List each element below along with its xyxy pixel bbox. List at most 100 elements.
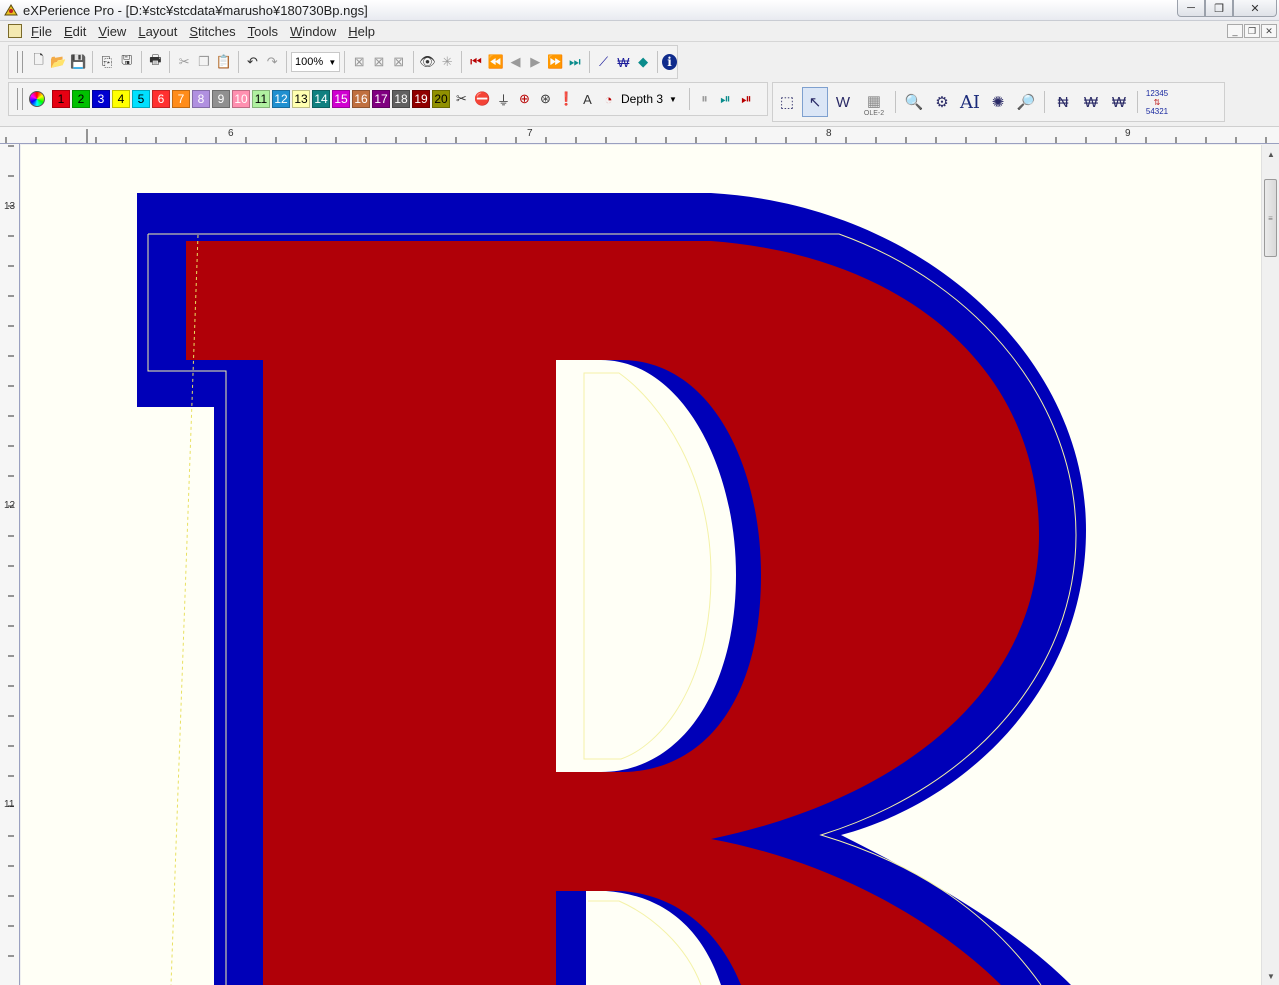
color-swatch-6[interactable]: 6 — [152, 90, 170, 108]
color-swatch-19[interactable]: 19 — [412, 90, 430, 108]
stitch-type-3-icon[interactable]: ₩ — [1106, 87, 1132, 117]
sequin-icon[interactable]: ⊛ — [536, 89, 556, 109]
color-swatch-13[interactable]: 13 — [292, 90, 310, 108]
toolbar-grip[interactable] — [17, 51, 23, 73]
last-stitch-icon[interactable]: ⏭ — [565, 52, 584, 72]
color-swatch-20[interactable]: 20 — [432, 90, 450, 108]
menu-tools[interactable]: Tools — [243, 24, 285, 39]
color-swatch-15[interactable]: 15 — [332, 90, 350, 108]
ai-button[interactable]: AI — [957, 87, 983, 117]
color-wheel-icon[interactable] — [29, 91, 45, 107]
menu-file[interactable]: File — [26, 24, 59, 39]
cut-icon[interactable]: ✂ — [175, 52, 194, 72]
magnify-icon[interactable]: 🔎 — [1013, 87, 1039, 117]
restore-button[interactable]: ❐ — [1205, 0, 1233, 17]
menu-bar: File Edit View Layout Stitches Tools Win… — [0, 21, 1279, 42]
redo-icon[interactable]: ↷ — [263, 52, 282, 72]
stitch-type-2-icon[interactable]: ₩ — [1078, 87, 1104, 117]
menu-help[interactable]: Help — [343, 24, 382, 39]
color-swatch-9[interactable]: 9 — [212, 90, 230, 108]
color-swatch-3[interactable]: 3 — [92, 90, 110, 108]
ole-button[interactable]: ▦ OLE-2 — [857, 87, 891, 117]
close-button[interactable]: ✕ — [1233, 0, 1277, 17]
save-icon[interactable]: 🖫 — [117, 52, 136, 72]
color-swatch-14[interactable]: 14 — [312, 90, 330, 108]
gear-icon[interactable]: ⚙ — [929, 87, 955, 117]
color-swatch-16[interactable]: 16 — [352, 90, 370, 108]
ruler-label-13: 13 — [4, 201, 16, 212]
run-green-icon[interactable]: ⏯ — [715, 89, 735, 109]
stitch-view-icon[interactable]: ✳ — [438, 52, 457, 72]
copy-icon[interactable]: ❐ — [195, 52, 214, 72]
scroll-up-button[interactable]: ▲ — [1262, 145, 1279, 163]
doc-minimize-button[interactable]: _ — [1227, 24, 1243, 38]
draw-line-icon[interactable]: ⟋ — [594, 52, 613, 72]
needle-icon[interactable]: ⏚ — [494, 89, 514, 109]
new-file-icon[interactable]: 🗋 — [29, 52, 48, 72]
zoom-box-icon[interactable]: ⊠ — [370, 52, 389, 72]
first-stitch-icon[interactable]: ⏮ — [467, 52, 486, 72]
color-swatch-18[interactable]: 18 — [392, 90, 410, 108]
zoom-select[interactable]: 100% ▼ — [291, 52, 341, 72]
color-swatch-1[interactable]: 1 — [52, 90, 70, 108]
depth-select[interactable]: Depth 3 — [621, 92, 663, 106]
paste-icon[interactable]: 📋 — [214, 52, 233, 72]
ruler-label-12: 12 — [4, 500, 16, 511]
color-swatch-2[interactable]: 2 — [72, 90, 90, 108]
satin-icon[interactable]: ₩ — [614, 52, 633, 72]
fill-icon[interactable]: ◆ — [634, 52, 653, 72]
zoom-fit-icon[interactable]: ⊠ — [350, 52, 369, 72]
info-icon[interactable]: i — [661, 54, 677, 70]
vertical-scrollbar[interactable]: ▲ ≡ ▼ — [1261, 145, 1279, 985]
menu-view[interactable]: View — [93, 24, 133, 39]
stitch-edit-icon[interactable]: W — [830, 87, 856, 117]
prev-stitch-icon[interactable]: ◀ — [506, 52, 525, 72]
menu-stitches[interactable]: Stitches — [184, 24, 242, 39]
sequence-button[interactable]: 12345 ⇅ 54321 — [1142, 89, 1172, 116]
run-red-icon[interactable]: ⏯ — [736, 89, 756, 109]
color-swatch-4[interactable]: 4 — [112, 90, 130, 108]
menu-window[interactable]: Window — [285, 24, 343, 39]
toolbar-grip[interactable] — [17, 88, 23, 110]
zoom-value: 100% — [295, 56, 324, 68]
zoom-all-icon[interactable]: ⊠ — [389, 52, 408, 72]
prev-block-icon[interactable]: ⏪ — [486, 52, 505, 72]
alarm-icon[interactable]: ❗ — [557, 89, 577, 109]
doc-close-button[interactable]: ✕ — [1261, 24, 1277, 38]
import-icon[interactable]: ⎘ — [98, 52, 117, 72]
scroll-thumb[interactable]: ≡ — [1264, 179, 1277, 257]
select-tool-icon[interactable]: ⬚ — [774, 87, 800, 117]
color-swatch-5[interactable]: 5 — [132, 90, 150, 108]
text-a-icon[interactable]: A — [578, 89, 598, 109]
color-swatch-7[interactable]: 7 — [172, 90, 190, 108]
undo-icon[interactable]: ↶ — [243, 52, 262, 72]
save-as-icon[interactable]: 💾 — [69, 52, 88, 72]
stitch-type-1-icon[interactable]: ₦ — [1050, 87, 1076, 117]
color-swatch-8[interactable]: 8 — [192, 90, 210, 108]
print-icon[interactable]: 🖶 — [146, 52, 165, 72]
doc-restore-button[interactable]: ❐ — [1244, 24, 1260, 38]
next-block-icon[interactable]: ⏩ — [546, 52, 565, 72]
stop-icon[interactable]: ⛔ — [473, 89, 493, 109]
minimize-button[interactable]: ─ — [1177, 0, 1205, 17]
design-canvas[interactable] — [21, 145, 1261, 985]
next-stitch-icon[interactable]: ▶ — [526, 52, 545, 72]
chevron-down-icon[interactable]: ▼ — [669, 95, 677, 104]
scroll-down-button[interactable]: ▼ — [1262, 967, 1279, 985]
menu-edit[interactable]: Edit — [59, 24, 93, 39]
tie-icon[interactable]: ⊕ — [515, 89, 535, 109]
color-swatch-10[interactable]: 10 — [232, 90, 250, 108]
depth-icon[interactable]: ◔ — [599, 89, 619, 109]
trim-scissors-icon[interactable]: ✂ — [452, 89, 472, 109]
node-select-icon[interactable]: ↖ — [802, 87, 828, 117]
pause-icon[interactable]: ⏸ — [694, 89, 714, 109]
color-swatch-12[interactable]: 12 — [272, 90, 290, 108]
inspect-icon[interactable]: 🔍 — [901, 87, 927, 117]
color-swatch-17[interactable]: 17 — [372, 90, 390, 108]
document-icon[interactable] — [8, 24, 22, 38]
menu-layout[interactable]: Layout — [133, 24, 184, 39]
preview-eye-icon[interactable]: 👁 — [418, 52, 437, 72]
color-swatch-11[interactable]: 11 — [252, 90, 270, 108]
open-folder-icon[interactable]: 📂 — [49, 52, 68, 72]
sparkle-icon[interactable]: ✺ — [985, 87, 1011, 117]
